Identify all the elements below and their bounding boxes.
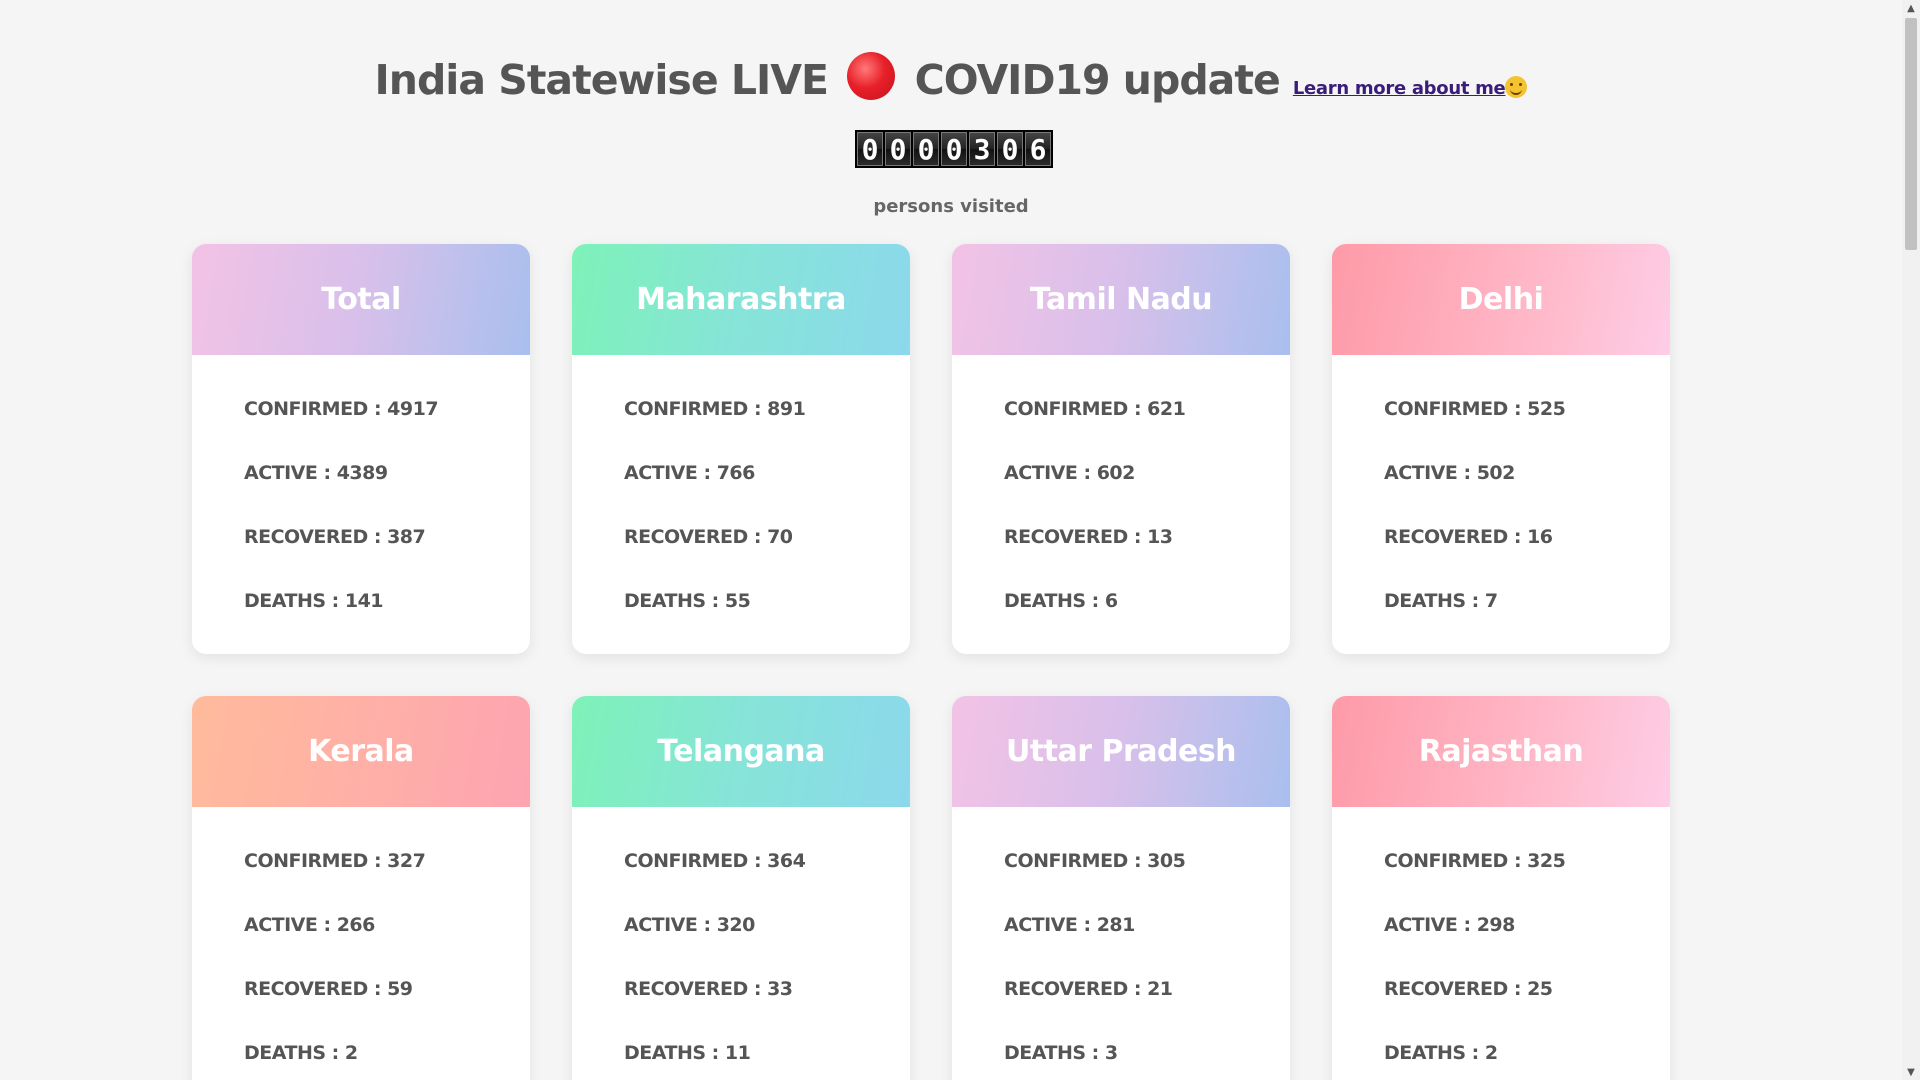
confirmed-count: CONFIRMED : 364 bbox=[624, 850, 806, 872]
state-card-kerala: Kerala CONFIRMED : 327 ACTIVE : 266 RECO… bbox=[192, 696, 530, 1080]
state-cards-grid: Total CONFIRMED : 4917 ACTIVE : 4389 REC… bbox=[192, 244, 1670, 1080]
state-card-uttar-pradesh: Uttar Pradesh CONFIRMED : 305 ACTIVE : 2… bbox=[952, 696, 1290, 1080]
card-body: CONFIRMED : 327 ACTIVE : 266 RECOVERED :… bbox=[192, 807, 530, 1080]
confirmed-count: CONFIRMED : 4917 bbox=[244, 398, 439, 420]
card-body: CONFIRMED : 891 ACTIVE : 766 RECOVERED :… bbox=[572, 355, 910, 654]
vertical-scrollbar[interactable]: ▲ ▼ bbox=[1902, 0, 1920, 1080]
state-card-maharashtra: Maharashtra CONFIRMED : 891 ACTIVE : 766… bbox=[572, 244, 910, 654]
counter-digit: 3 bbox=[969, 132, 995, 166]
scroll-down-arrow-icon[interactable]: ▼ bbox=[1902, 1064, 1920, 1080]
deaths-count: DEATHS : 141 bbox=[244, 590, 384, 612]
scroll-up-arrow-icon[interactable]: ▲ bbox=[1902, 0, 1920, 16]
card-body: CONFIRMED : 364 ACTIVE : 320 RECOVERED :… bbox=[572, 807, 910, 1080]
deaths-count: DEATHS : 2 bbox=[1384, 1042, 1498, 1064]
card-body: CONFIRMED : 621 ACTIVE : 602 RECOVERED :… bbox=[952, 355, 1290, 654]
recovered-count: RECOVERED : 21 bbox=[1004, 978, 1173, 1000]
card-header: Total bbox=[192, 244, 530, 355]
recovered-count: RECOVERED : 33 bbox=[624, 978, 793, 1000]
deaths-count: DEATHS : 2 bbox=[244, 1042, 358, 1064]
card-body: CONFIRMED : 305 ACTIVE : 281 RECOVERED :… bbox=[952, 807, 1290, 1080]
page-title: India Statewise LIVE COVID19 update bbox=[374, 52, 1281, 104]
counter-digit: 0 bbox=[997, 132, 1023, 166]
title-text-before: India Statewise LIVE bbox=[374, 56, 830, 104]
visitor-counter: 0 0 0 0 3 0 6 bbox=[855, 130, 1053, 168]
recovered-count: RECOVERED : 13 bbox=[1004, 526, 1173, 548]
card-body: CONFIRMED : 525 ACTIVE : 502 RECOVERED :… bbox=[1332, 355, 1670, 654]
active-count: ACTIVE : 298 bbox=[1384, 914, 1515, 936]
confirmed-count: CONFIRMED : 891 bbox=[624, 398, 806, 420]
state-card-rajasthan: Rajasthan CONFIRMED : 325 ACTIVE : 298 R… bbox=[1332, 696, 1670, 1080]
page: India Statewise LIVE COVID19 update Lear… bbox=[0, 0, 1920, 1080]
deaths-count: DEATHS : 6 bbox=[1004, 590, 1118, 612]
card-body: CONFIRMED : 4917 ACTIVE : 4389 RECOVERED… bbox=[192, 355, 530, 654]
confirmed-count: CONFIRMED : 327 bbox=[244, 850, 426, 872]
deaths-count: DEATHS : 11 bbox=[624, 1042, 751, 1064]
confirmed-count: CONFIRMED : 621 bbox=[1004, 398, 1186, 420]
deaths-count: DEATHS : 55 bbox=[624, 590, 751, 612]
counter-digit: 0 bbox=[885, 132, 911, 166]
counter-digit: 0 bbox=[857, 132, 883, 166]
state-card-telangana: Telangana CONFIRMED : 364 ACTIVE : 320 R… bbox=[572, 696, 910, 1080]
card-header: Rajasthan bbox=[1332, 696, 1670, 807]
scrollbar-thumb[interactable] bbox=[1905, 18, 1917, 250]
live-red-dot-icon bbox=[847, 52, 896, 100]
smile-emoji-icon bbox=[1505, 76, 1528, 98]
card-header: Maharashtra bbox=[572, 244, 910, 355]
active-count: ACTIVE : 4389 bbox=[244, 462, 388, 484]
deaths-count: DEATHS : 3 bbox=[1004, 1042, 1118, 1064]
recovered-count: RECOVERED : 70 bbox=[624, 526, 793, 548]
confirmed-count: CONFIRMED : 325 bbox=[1384, 850, 1566, 872]
counter-digit: 0 bbox=[913, 132, 939, 166]
active-count: ACTIVE : 602 bbox=[1004, 462, 1135, 484]
state-card-total: Total CONFIRMED : 4917 ACTIVE : 4389 REC… bbox=[192, 244, 530, 654]
recovered-count: RECOVERED : 59 bbox=[244, 978, 413, 1000]
counter-digit: 6 bbox=[1025, 132, 1051, 166]
active-count: ACTIVE : 502 bbox=[1384, 462, 1515, 484]
state-card-delhi: Delhi CONFIRMED : 525 ACTIVE : 502 RECOV… bbox=[1332, 244, 1670, 654]
card-header: Uttar Pradesh bbox=[952, 696, 1290, 807]
active-count: ACTIVE : 766 bbox=[624, 462, 755, 484]
page-header: India Statewise LIVE COVID19 update Lear… bbox=[0, 52, 1902, 104]
card-header: Telangana bbox=[572, 696, 910, 807]
counter-digit: 0 bbox=[941, 132, 967, 166]
card-header: Kerala bbox=[192, 696, 530, 807]
active-count: ACTIVE : 266 bbox=[244, 914, 375, 936]
title-text-after: COVID19 update bbox=[914, 56, 1281, 104]
recovered-count: RECOVERED : 25 bbox=[1384, 978, 1553, 1000]
learn-more-link[interactable]: Learn more about me bbox=[1293, 76, 1528, 99]
deaths-count: DEATHS : 7 bbox=[1384, 590, 1498, 612]
card-header: Delhi bbox=[1332, 244, 1670, 355]
card-header: Tamil Nadu bbox=[952, 244, 1290, 355]
confirmed-count: CONFIRMED : 305 bbox=[1004, 850, 1186, 872]
recovered-count: RECOVERED : 387 bbox=[244, 526, 426, 548]
card-body: CONFIRMED : 325 ACTIVE : 298 RECOVERED :… bbox=[1332, 807, 1670, 1080]
state-card-tamil-nadu: Tamil Nadu CONFIRMED : 621 ACTIVE : 602 … bbox=[952, 244, 1290, 654]
recovered-count: RECOVERED : 16 bbox=[1384, 526, 1553, 548]
learn-more-label: Learn more about me bbox=[1292, 78, 1506, 99]
confirmed-count: CONFIRMED : 525 bbox=[1384, 398, 1566, 420]
active-count: ACTIVE : 281 bbox=[1004, 914, 1135, 936]
visitor-caption: persons visited bbox=[873, 196, 1029, 217]
active-count: ACTIVE : 320 bbox=[624, 914, 755, 936]
